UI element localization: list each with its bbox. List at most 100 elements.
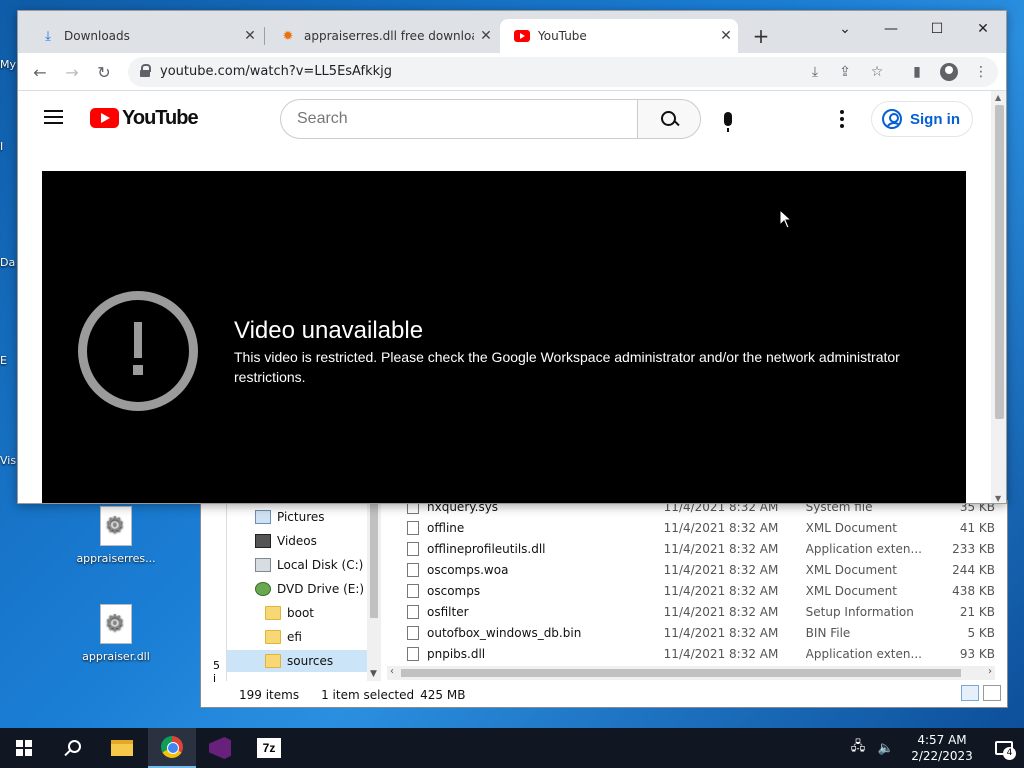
volume-icon[interactable]: 🔈: [876, 740, 896, 756]
7zip-taskbar-button[interactable]: 7z: [245, 728, 293, 768]
settings-more-icon[interactable]: [832, 107, 852, 131]
download-icon: ⤓: [45, 28, 51, 44]
install-app-icon[interactable]: ⤓: [804, 61, 826, 83]
close-icon[interactable]: ✕: [714, 28, 738, 44]
file-type: BIN File: [805, 625, 851, 640]
exclamation-icon: [78, 291, 198, 411]
close-icon[interactable]: ✕: [474, 28, 498, 44]
details-view-icon[interactable]: [961, 685, 979, 701]
file-row[interactable]: oscomps 11/4/2021 8:32 AM XML Document 4…: [397, 580, 995, 601]
file-row[interactable]: offlineprofileutils.dll 11/4/2021 8:32 A…: [397, 538, 995, 559]
minimize-icon[interactable]: —: [868, 15, 914, 43]
account-icon: [882, 109, 902, 129]
scrollbar-thumb[interactable]: [370, 503, 378, 618]
search-input[interactable]: [297, 109, 627, 129]
search-button[interactable]: [48, 728, 96, 768]
large-icons-view-icon[interactable]: [983, 685, 1001, 701]
desktop-edge-label: Da: [0, 256, 16, 269]
youtube-play-icon: [90, 108, 119, 128]
nav-item-label: efi: [287, 630, 302, 644]
chevron-down-icon[interactable]: ▼: [370, 669, 377, 679]
search-box[interactable]: [280, 99, 638, 139]
file-date: 11/4/2021 8:32 AM: [663, 583, 779, 598]
nav-item-boot[interactable]: boot: [265, 602, 405, 624]
close-icon[interactable]: ✕: [238, 28, 262, 44]
chevron-right-icon[interactable]: ›: [988, 666, 992, 677]
chevron-up-icon[interactable]: ▲: [995, 93, 1001, 102]
setup-file-icon: [407, 604, 419, 619]
file-type: XML Document: [805, 583, 897, 598]
tab-search-icon[interactable]: ⌄: [822, 15, 868, 43]
scrollbar-thumb[interactable]: [995, 105, 1004, 419]
file-row[interactable]: offline 11/4/2021 8:32 AM XML Document 4…: [397, 517, 995, 538]
xml-file-icon: [407, 520, 419, 535]
windows-logo-icon: [16, 740, 32, 756]
lock-icon[interactable]: [140, 64, 151, 77]
url-text[interactable]: youtube.com/watch?v=LL5EsAfkkjg: [160, 64, 392, 79]
xml-file-icon: [407, 562, 419, 577]
file-row[interactable]: pnpibs.dll 11/4/2021 8:32 AM Application…: [397, 643, 995, 663]
tab-appraiserres[interactable]: ✹ appraiserres.dll free download | ... ✕: [266, 19, 498, 53]
reload-icon[interactable]: ↻: [90, 59, 118, 85]
file-list-horizontal-scrollbar[interactable]: ‹ ›: [387, 666, 995, 680]
address-bar[interactable]: youtube.com/watch?v=LL5EsAfkkjg ⤓ ⇪ ☆ ▮ …: [128, 57, 998, 87]
file-explorer-taskbar-button[interactable]: [98, 728, 146, 768]
video-player[interactable]: Video unavailable This video is restrict…: [42, 171, 966, 503]
start-button[interactable]: [0, 728, 48, 768]
clock-time: 4:57 AM: [917, 733, 967, 747]
file-row[interactable]: osfilter 11/4/2021 8:32 AM Setup Informa…: [397, 601, 995, 622]
pictures-icon: [255, 510, 271, 524]
tab-title: Downloads: [64, 29, 130, 43]
tab-downloads[interactable]: ⤓ Downloads ✕: [26, 19, 262, 53]
file-name: oscomps.woa: [427, 562, 509, 577]
file-date: 11/4/2021 8:32 AM: [663, 562, 779, 577]
notification-count: 4: [1003, 747, 1016, 760]
notification-center-button[interactable]: 4: [984, 728, 1024, 768]
side-panel-icon[interactable]: ▮: [906, 61, 928, 83]
youtube-icon: [514, 28, 530, 44]
7zip-icon: 7z: [257, 738, 281, 758]
new-tab-button[interactable]: +: [748, 24, 774, 50]
browser-toolbar: ← → ↻ youtube.com/watch?v=LL5EsAfkkjg ⤓ …: [18, 53, 1006, 91]
nav-item-sources[interactable]: sources: [227, 650, 367, 672]
sign-in-button[interactable]: Sign in: [871, 101, 973, 137]
file-type: XML Document: [805, 520, 897, 535]
scrollbar-thumb[interactable]: [401, 669, 961, 677]
tab-youtube[interactable]: YouTube ✕: [500, 19, 738, 53]
nav-item-efi[interactable]: efi: [265, 626, 405, 648]
forward-icon[interactable]: →: [58, 59, 86, 85]
chevron-left-icon[interactable]: ‹: [390, 666, 394, 677]
file-size: 233 KB: [952, 541, 995, 556]
chevron-down-icon[interactable]: ▼: [995, 494, 1001, 503]
back-icon[interactable]: ←: [26, 59, 54, 85]
error-message: This video is restricted. Please check t…: [234, 349, 900, 385]
voice-search-button[interactable]: [716, 103, 740, 135]
file-date: 11/4/2021 8:32 AM: [663, 646, 779, 661]
clock[interactable]: 4:57 AM 2/22/2023: [906, 732, 978, 764]
desktop-icon-appraiser-dll[interactable]: appraiser.dll: [68, 604, 164, 663]
nav-pane-scrollbar[interactable]: ▼: [367, 501, 381, 681]
youtube-logo[interactable]: YouTube: [90, 107, 199, 129]
nav-item-label: sources: [287, 654, 334, 668]
chrome-taskbar-button[interactable]: [148, 728, 196, 768]
page-scrollbar[interactable]: ▲ ▼: [991, 91, 1006, 503]
search-button[interactable]: [637, 99, 701, 139]
bookmark-star-icon[interactable]: ☆: [866, 61, 888, 83]
profile-avatar-icon[interactable]: [938, 61, 960, 83]
more-menu-icon[interactable]: ⋮: [970, 61, 992, 83]
file-size: 5 KB: [967, 625, 995, 640]
folder-icon: [265, 654, 281, 668]
file-row[interactable]: oscomps.woa 11/4/2021 8:32 AM XML Docume…: [397, 559, 995, 580]
sign-in-label: Sign in: [910, 110, 960, 128]
desktop-icon-appraiserres[interactable]: appraiserres...: [68, 506, 164, 565]
visual-studio-taskbar-button[interactable]: [196, 728, 244, 768]
close-window-icon[interactable]: ✕: [960, 15, 1006, 43]
network-icon[interactable]: 🖧: [848, 739, 868, 756]
desktop-edge-label: E: [0, 354, 7, 367]
hamburger-menu-icon[interactable]: [44, 109, 64, 125]
maximize-icon[interactable]: ☐: [914, 15, 960, 43]
selection-size: 425 MB: [420, 688, 466, 702]
file-explorer-window: 5 i Pictures Videos Local Disk (C:) DVD …: [200, 500, 1008, 708]
share-icon[interactable]: ⇪: [834, 61, 856, 83]
file-row[interactable]: outofbox_windows_db.bin 11/4/2021 8:32 A…: [397, 622, 995, 643]
